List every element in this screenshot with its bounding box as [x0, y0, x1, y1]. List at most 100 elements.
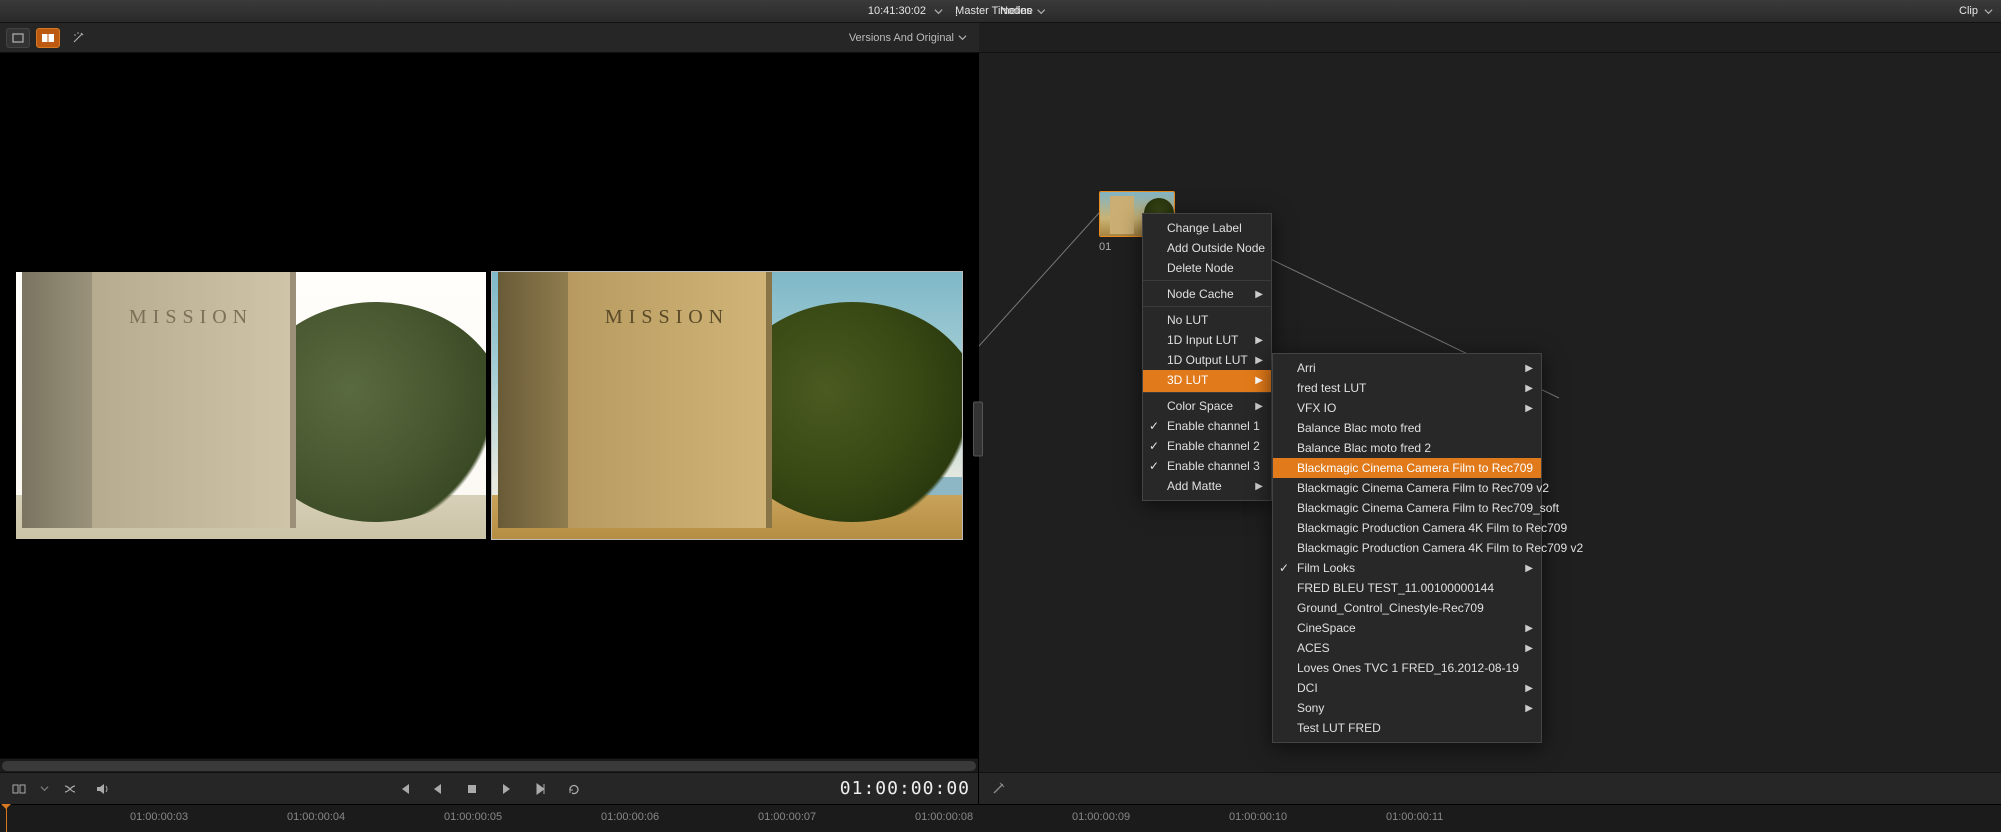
submenu-arrow-icon: ▶	[1525, 563, 1533, 574]
ruler-tick: 01:00:00:09	[1072, 811, 1130, 823]
menu-item[interactable]: 1D Input LUT ▶	[1143, 330, 1271, 350]
menu-item[interactable]: Add Outside Node	[1143, 238, 1271, 258]
wand-icon[interactable]	[987, 778, 1009, 800]
menu-item[interactable]: Blackmagic Cinema Camera Film to Rec709_…	[1273, 498, 1541, 518]
viewer-scrollbar[interactable]	[0, 758, 978, 772]
menu-item-label: 3D LUT	[1167, 373, 1208, 387]
submenu-arrow-icon: ▶	[1525, 403, 1533, 414]
transport-timecode[interactable]: 01:00:00:00	[840, 778, 970, 799]
submenu-arrow-icon: ▶	[1525, 703, 1533, 714]
split-view-button[interactable]	[36, 28, 60, 48]
ruler-tick: 01:00:00:05	[444, 811, 502, 823]
chevron-down-icon[interactable]	[40, 784, 49, 793]
menu-item[interactable]: Node Cache▶	[1143, 284, 1271, 307]
menu-item[interactable]: Change Label	[1143, 218, 1271, 238]
node-context-menu: Change Label Add Outside NodeDelete Node N…	[1142, 213, 1272, 501]
playhead[interactable]	[6, 805, 7, 832]
menu-item-label: Blackmagic Cinema Camera Film to Rec709 …	[1297, 481, 1549, 495]
menu-item-label: Color Space	[1167, 399, 1233, 413]
menu-item-label: Node Cache	[1167, 287, 1234, 301]
menu-item[interactable]: Balance Blac moto fred	[1273, 418, 1541, 438]
viewport-right[interactable]: MISSION	[492, 272, 962, 539]
menu-item[interactable]: Add Matte▶	[1143, 476, 1271, 496]
clip-dropdown[interactable]: Clip	[1959, 5, 1978, 17]
menu-item[interactable]: Blackmagic Cinema Camera Film to Rec709 …	[1273, 478, 1541, 498]
ruler-tick: 01:00:00:03	[130, 811, 188, 823]
submenu-arrow-icon: ▶	[1525, 383, 1533, 394]
menu-item[interactable]: ACES▶	[1273, 638, 1541, 658]
speaker-icon[interactable]	[91, 778, 113, 800]
check-icon: ✓	[1149, 459, 1159, 473]
menu-item[interactable]: No LUT	[1143, 310, 1271, 330]
loop-button[interactable]	[563, 778, 585, 800]
menu-item[interactable]: ✓Film Looks▶	[1273, 558, 1541, 578]
chevron-down-icon[interactable]	[934, 7, 943, 16]
menu-item[interactable]: ✓Enable channel 2	[1143, 436, 1271, 456]
menu-item[interactable]: ✓Enable channel 1	[1143, 416, 1271, 436]
ruler-tick: 01:00:00:10	[1229, 811, 1287, 823]
menu-item-label: Test LUT FRED	[1297, 721, 1381, 735]
menu-item-label: 1D Output LUT	[1167, 353, 1248, 367]
menu-item[interactable]: Blackmagic Cinema Camera Film to Rec709	[1273, 458, 1541, 478]
go-start-button[interactable]	[393, 778, 415, 800]
versions-dropdown[interactable]: Versions And Original	[849, 32, 954, 44]
menu-item[interactable]: ✓Enable channel 3	[1143, 456, 1271, 476]
menu-item[interactable]: 3D LUT▶	[1143, 370, 1271, 393]
menu-item[interactable]: FRED BLEU TEST_11.00100000144	[1273, 578, 1541, 598]
thumbnail-view-icon[interactable]	[8, 778, 30, 800]
menu-item[interactable]: Arri ▶	[1273, 358, 1541, 378]
menu-item[interactable]: Balance Blac moto fred 2	[1273, 438, 1541, 458]
menu-item[interactable]: Color Space ▶	[1143, 396, 1271, 416]
viewer-area[interactable]: MISSION MISSION	[0, 53, 978, 758]
menu-item[interactable]: Ground_Control_Cinestyle-Rec709	[1273, 598, 1541, 618]
menu-item[interactable]: VFX IO▶	[1273, 398, 1541, 418]
menu-item-label: Arri	[1297, 361, 1316, 375]
transport-bar: 01:00:00:00	[0, 772, 978, 804]
ruler-tick: 01:00:00:04	[287, 811, 345, 823]
node-graph-pane[interactable]: 01 Change Label Add Outside NodeDelete No…	[979, 53, 2001, 804]
chevron-down-icon[interactable]	[958, 33, 967, 42]
viewport-left[interactable]: MISSION	[16, 272, 486, 539]
check-icon: ✓	[1149, 419, 1159, 433]
shuffle-icon[interactable]	[59, 778, 81, 800]
menu-item-label: Enable channel 2	[1167, 439, 1260, 453]
chevron-down-icon[interactable]	[1037, 7, 1046, 16]
submenu-arrow-icon: ▶	[1525, 363, 1533, 374]
menu-item[interactable]: Blackmagic Production Camera 4K Film to …	[1273, 538, 1541, 558]
menu-item-label: Balance Blac moto fred 2	[1297, 441, 1431, 455]
ruler-tick: 01:00:00:07	[758, 811, 816, 823]
menu-item-label: DCI	[1297, 681, 1318, 695]
stop-button[interactable]	[461, 778, 483, 800]
play-button[interactable]	[495, 778, 517, 800]
wand-button[interactable]	[66, 28, 90, 48]
node-label: 01	[1099, 241, 1111, 253]
menu-item-label: 1D Input LUT	[1167, 333, 1238, 347]
menu-item[interactable]: CineSpace▶	[1273, 618, 1541, 638]
menu-item[interactable]: Test LUT FRED	[1273, 718, 1541, 738]
menu-item-label: Blackmagic Cinema Camera Film to Rec709	[1297, 461, 1533, 475]
menu-item[interactable]: DCI▶	[1273, 678, 1541, 698]
options-icon[interactable]: ⋮	[951, 5, 963, 18]
chevron-down-icon[interactable]	[1984, 7, 1993, 16]
submenu-arrow-icon: ▶	[1525, 623, 1533, 634]
menu-item-label: Ground_Control_Cinestyle-Rec709	[1297, 601, 1484, 615]
step-back-button[interactable]	[427, 778, 449, 800]
menu-item[interactable]: fred test LUT▶	[1273, 378, 1541, 398]
step-forward-button[interactable]	[529, 778, 551, 800]
menu-item[interactable]: 1D Output LUT▶	[1143, 350, 1271, 370]
monument-text-left: MISSION	[92, 306, 290, 329]
single-view-button[interactable]	[6, 28, 30, 48]
menu-item[interactable]: Blackmagic Production Camera 4K Film to …	[1273, 518, 1541, 538]
timeline-ruler[interactable]: 01:00:00:03 01:00:00:04 01:00:00:05 01:00:0…	[0, 804, 2001, 832]
submenu-arrow-icon: ▶	[1255, 335, 1263, 346]
menu-item[interactable]: Sony ▶	[1273, 698, 1541, 718]
ruler-tick: 01:00:00:06	[601, 811, 659, 823]
menu-item-label: FRED BLEU TEST_11.00100000144	[1297, 581, 1494, 595]
menu-item[interactable]: Loves Ones TVC 1 FRED_16.2012-08-19	[1273, 658, 1541, 678]
viewer-toolbar: Versions And Original	[0, 23, 979, 53]
submenu-arrow-icon: ▶	[1255, 401, 1263, 412]
menu-item-label: Change Label	[1167, 221, 1242, 235]
nodes-panel-title[interactable]: Nodes	[1000, 5, 1032, 17]
menu-item-label: Sony	[1297, 701, 1324, 715]
menu-item[interactable]: Delete Node	[1143, 258, 1271, 281]
